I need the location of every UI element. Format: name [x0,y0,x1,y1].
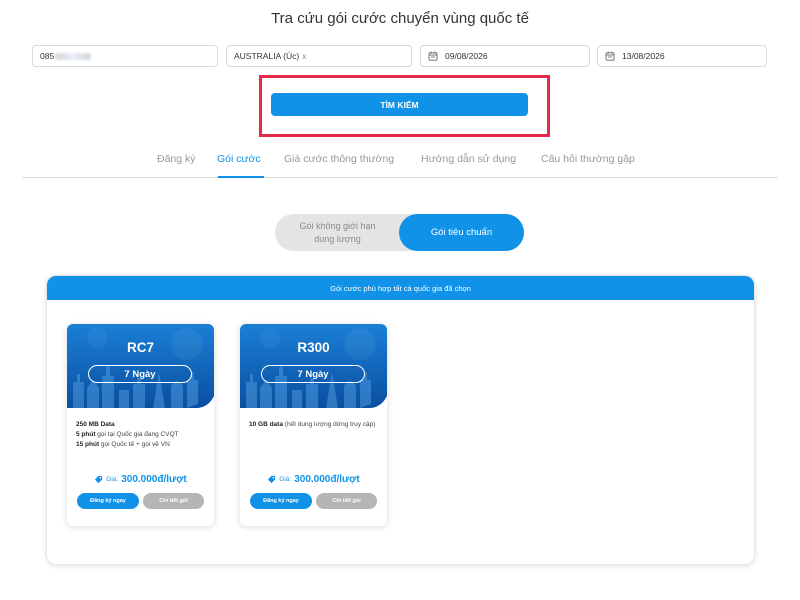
phone-number-value: 085 [40,51,55,61]
price-tag-icon [268,475,276,484]
tab-standard-rates[interactable]: Giá cước thông thường [284,153,394,165]
start-date-value: 09/08/2026 [445,51,488,61]
package-description: 10 GB data (hết dung lượng dừng truy cập… [249,421,376,428]
toggle-standard-option[interactable]: Gói tiêu chuẩn [399,214,524,251]
start-date-input[interactable]: 09/08/2026 [420,45,590,67]
calendar-icon [605,51,615,61]
price-tag-icon [95,475,103,484]
tabs-divider [22,177,778,178]
toggle-unlimited-label-line2: dung lượng [314,233,361,244]
price-value: 300.000đ/lượt [294,474,360,485]
package-description: 250 MB Data 5 phút gọi tại Quốc gia đang… [76,421,179,448]
toggle-unlimited-label-line1: Gói không giới hạn [299,220,376,231]
tab-user-guide[interactable]: Hướng dẫn sử dụng [421,153,516,165]
package-card-rc7[interactable]: RC7 7 Ngày 250 MB Data 5 phút gọi tại Qu… [67,324,214,526]
price-label: Giá: [106,476,119,483]
package-name: R300 [297,340,330,355]
package-banner: RC7 7 Ngày [67,324,214,408]
end-date-value: 13/08/2026 [622,51,665,61]
tab-register[interactable]: Đăng ký [157,153,196,165]
results-panel: Gói cước phù hợp tất cả quốc gia đã chọn [46,275,755,565]
package-card-r300[interactable]: R300 7 Ngày 10 GB data (hết dung lượng d… [240,324,387,526]
package-banner: R300 7 Ngày [240,324,387,408]
active-tab-indicator [218,176,264,178]
country-select[interactable]: AUSTRALIA (Úc) x [226,45,412,67]
package-name: RC7 [126,340,154,355]
phone-number-blurred [55,52,92,60]
register-now-button[interactable]: Đăng ký ngay [77,493,139,509]
package-duration: 7 Ngày [261,365,365,383]
package-type-toggle: Gói không giới hạn dung lượng Gói tiêu c… [275,214,524,251]
package-duration: 7 Ngày [88,365,192,383]
page-title: Tra cứu gói cước chuyển vùng quốc tế [271,10,529,27]
register-now-button[interactable]: Đăng ký ngay [250,493,312,509]
search-button[interactable]: TÌM KIẾM [271,93,528,116]
package-detail-button[interactable]: Chi tiết gói [143,493,204,509]
phone-number-input[interactable]: 085 [32,45,218,67]
toggle-unlimited-option[interactable]: Gói không giới hạn dung lượng [275,214,400,251]
package-price: Giá: 300.000đ/lượt [240,474,387,485]
package-detail-button[interactable]: Chi tiết gói [316,493,377,509]
country-remove-icon[interactable]: x [302,52,306,61]
tab-faq[interactable]: Câu hỏi thường gặp [541,153,635,165]
results-header: Gói cước phù hợp tất cả quốc gia đã chọn [47,276,754,300]
end-date-input[interactable]: 13/08/2026 [597,45,767,67]
country-tag-label: AUSTRALIA (Úc) [234,51,300,61]
price-label: Giá: [279,476,292,483]
price-value: 300.000đ/lượt [121,474,187,485]
package-price: Giá: 300.000đ/lượt [67,474,214,485]
calendar-icon [428,51,438,61]
info-tabs: Đăng ký Gói cước Giá cước thông thường H… [0,153,800,173]
tab-packages[interactable]: Gói cước [217,153,261,165]
